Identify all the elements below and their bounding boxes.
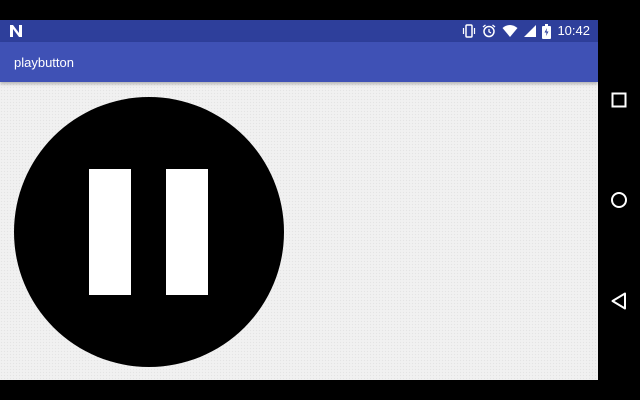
recents-icon: [611, 92, 627, 108]
play-pause-button[interactable]: [14, 97, 284, 367]
battery-icon: [542, 23, 552, 39]
alarm-icon: [482, 24, 496, 38]
signal-icon: [524, 25, 537, 37]
pause-icon-right-bar: [166, 169, 208, 295]
pause-icon-left-bar: [89, 169, 131, 295]
home-button[interactable]: [607, 188, 631, 212]
n-notification-icon: [8, 23, 24, 39]
status-clock: 10:42: [557, 23, 590, 38]
back-icon: [611, 292, 626, 310]
recents-button[interactable]: [607, 88, 631, 112]
status-bar: 10:42: [0, 20, 598, 42]
wifi-icon: [502, 24, 518, 38]
vibrate-icon: [462, 24, 476, 38]
screen-bottom-edge: [0, 380, 598, 400]
back-button[interactable]: [607, 289, 631, 313]
home-icon: [611, 192, 627, 208]
app-title: playbutton: [14, 55, 74, 70]
app-bar: playbutton: [0, 42, 598, 82]
navigation-bar: [598, 0, 640, 400]
